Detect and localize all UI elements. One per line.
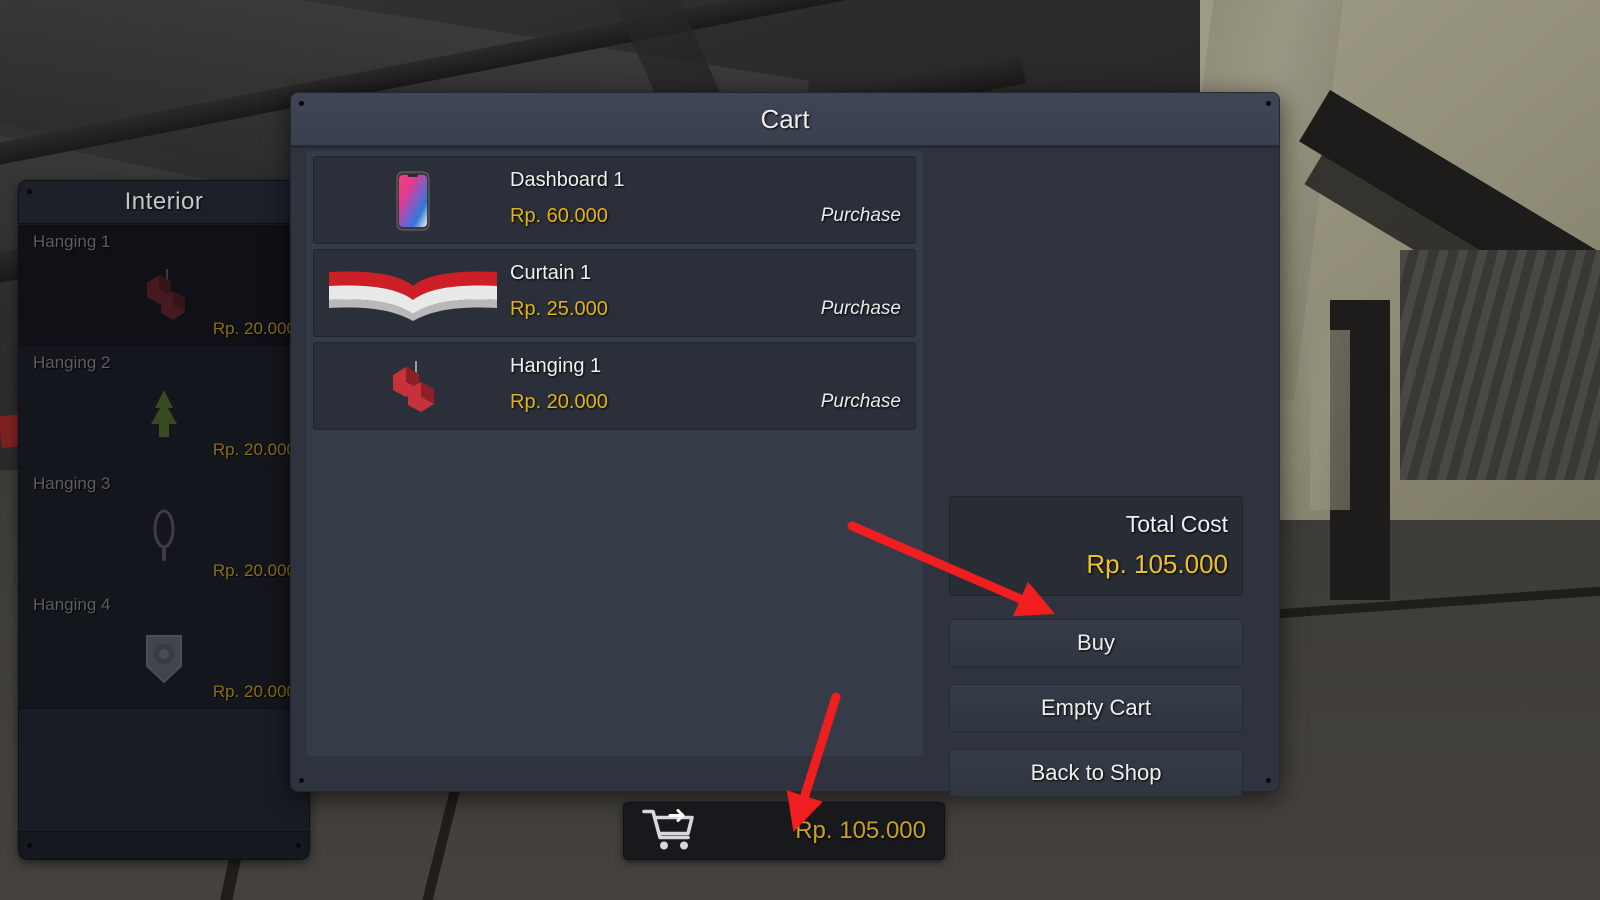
empty-cart-button-label: Empty Cart (1040, 695, 1152, 720)
cart-dialog: Cart Dashboard 1 Rp. 60.000 Purchase Cur… (290, 92, 1280, 797)
cart-item-purchase-label[interactable]: Purchase (821, 391, 901, 413)
item-name: Hanging 2 (33, 353, 111, 372)
total-cost-label: Total Cost (1125, 511, 1228, 537)
interior-list-item-hanging-1[interactable]: Hanging 1 Rp. 20.000 (19, 225, 309, 346)
cart-dialog-body: Dashboard 1 Rp. 60.000 Purchase Curtain … (291, 151, 1279, 797)
cart-item-row[interactable]: Curtain 1 Rp. 25.000 Purchase (313, 249, 916, 337)
back-to-shop-button-label: Back to Shop (1030, 760, 1162, 785)
item-price: Rp. 20.000 (212, 440, 296, 459)
scene-slats (1400, 250, 1600, 480)
buy-button-label: Buy (1077, 630, 1115, 655)
interior-panel: Interior Hanging 1 Rp. 20.000 Hanging 2 (18, 180, 310, 860)
item-price: Rp. 20.000 (212, 682, 296, 701)
cart-item-name: Hanging 1 (510, 355, 602, 377)
empty-cart-button[interactable]: Empty Cart (949, 684, 1243, 732)
item-price: Rp. 20.000 (212, 561, 296, 580)
dialog-corner-dot (1266, 778, 1271, 783)
cart-summary-column: Total Cost Rp. 105.000 Buy Empty Cart Ba… (946, 151, 1263, 797)
cart-item-list[interactable]: Dashboard 1 Rp. 60.000 Purchase Curtain … (306, 151, 923, 756)
interior-item-list[interactable]: Hanging 1 Rp. 20.000 Hanging 2 Rp. 20.00… (19, 225, 309, 831)
air-freshener-tree-icon (133, 384, 195, 446)
total-cost-box: Total Cost Rp. 105.000 (949, 496, 1243, 596)
item-name: Hanging 4 (33, 595, 111, 614)
curtain-icon (322, 256, 504, 331)
interior-list-item-hanging-4[interactable]: Hanging 4 Rp. 20.000 (19, 588, 309, 709)
interior-list-item-hanging-2[interactable]: Hanging 2 Rp. 20.000 (19, 346, 309, 467)
cart-item-name: Dashboard 1 (510, 169, 625, 191)
panel-corner-dot (27, 843, 32, 848)
fuzzy-dice-icon (133, 263, 195, 325)
back-to-shop-button[interactable]: Back to Shop (949, 749, 1243, 797)
cart-item-row[interactable]: Hanging 1 Rp. 20.000 Purchase (313, 342, 916, 430)
interior-list-item-hanging-3[interactable]: Hanging 3 Rp. 20.000 (19, 467, 309, 588)
cart-item-purchase-label[interactable]: Purchase (821, 298, 901, 320)
interior-panel-title: Interior (19, 181, 309, 224)
item-name: Hanging 1 (33, 232, 111, 251)
add-to-cart-icon (642, 806, 700, 857)
scene-pillar (1310, 330, 1350, 510)
total-cost-value: Rp. 105.000 (1086, 549, 1228, 579)
cart-item-price: Rp. 60.000 (510, 205, 608, 227)
cart-item-price: Rp. 20.000 (510, 391, 608, 413)
item-price: Rp. 20.000 (212, 319, 296, 338)
buy-button[interactable]: Buy (949, 619, 1243, 667)
interior-panel-footer (19, 831, 309, 859)
cart-total-bar[interactable]: Rp. 105.000 (623, 802, 945, 860)
dialog-corner-dot (299, 778, 304, 783)
fuzzy-dice-icon (322, 349, 504, 424)
item-name: Hanging 3 (33, 474, 111, 493)
cart-item-row[interactable]: Dashboard 1 Rp. 60.000 Purchase (313, 156, 916, 244)
cart-bar-total: Rp. 105.000 (795, 817, 926, 844)
panel-corner-dot (296, 843, 301, 848)
smartphone-icon (322, 163, 504, 238)
dialog-corner-dot (299, 101, 304, 106)
panel-corner-dot (27, 189, 32, 194)
cart-item-price: Rp. 25.000 (510, 298, 608, 320)
cart-item-name: Curtain 1 (510, 262, 592, 284)
badge-emblem-icon (133, 626, 195, 688)
dialog-corner-dot (1266, 101, 1271, 106)
cart-dialog-titlebar: Cart (291, 93, 1279, 148)
pendant-icon (133, 505, 195, 567)
cart-item-purchase-label[interactable]: Purchase (821, 205, 901, 227)
cart-dialog-title: Cart (760, 103, 810, 134)
